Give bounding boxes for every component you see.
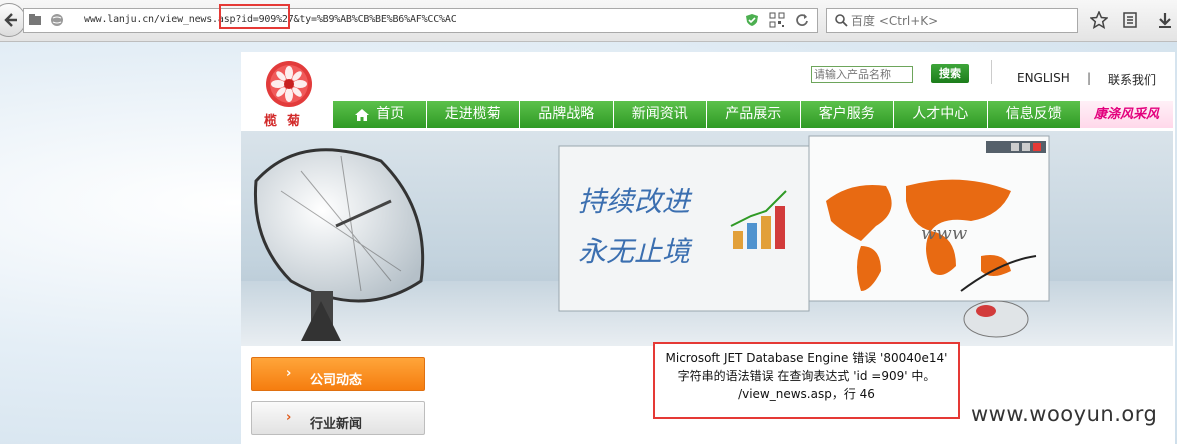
nav-item-feedback[interactable]: 信息反馈 bbox=[986, 101, 1081, 128]
industry-news-button[interactable]: › 行业新闻 bbox=[251, 401, 425, 435]
nav-item-brand[interactable]: 品牌战略 bbox=[519, 101, 613, 128]
nav-item-home[interactable]: 首页 bbox=[333, 101, 426, 128]
hero-banner: 持续改进 永无止境 www bbox=[241, 131, 1173, 346]
chrysanthemum-logo-icon[interactable] bbox=[263, 60, 315, 108]
shield-icon[interactable] bbox=[745, 13, 759, 27]
contact-us-link[interactable]: 联系我们 bbox=[1108, 71, 1156, 88]
globe-icon bbox=[51, 14, 63, 26]
search-button[interactable]: 搜索 bbox=[931, 64, 969, 83]
bookmark-star-icon[interactable] bbox=[1090, 11, 1108, 29]
error-line-2: 字符串的语法错误 在查询表达式 'id =909' 中。 bbox=[677, 369, 936, 383]
nav-item-about[interactable]: 走进榄菊 bbox=[425, 101, 520, 128]
url-bar[interactable]: www.lanju.cn/view_news.asp?id=909%27&ty=… bbox=[23, 8, 818, 33]
browser-search-input[interactable] bbox=[851, 12, 1071, 29]
search-icon bbox=[835, 14, 848, 27]
english-link[interactable]: ENGLISH bbox=[1017, 71, 1070, 85]
nav-item-service[interactable]: 客户服务 bbox=[799, 101, 894, 128]
banner-illustration: 持续改进 永无止境 www bbox=[241, 135, 1173, 346]
chevron-right-icon: › bbox=[286, 410, 292, 425]
company-news-label: 公司动态 bbox=[310, 373, 363, 388]
search-bar[interactable] bbox=[826, 8, 1078, 33]
nav-slogan-banner[interactable]: 康涤风采风 bbox=[1080, 101, 1173, 128]
product-search-input[interactable] bbox=[811, 66, 913, 83]
back-arrow-icon bbox=[4, 13, 17, 27]
logo-text: 榄菊 bbox=[264, 114, 311, 129]
page-icon bbox=[29, 14, 41, 25]
nav-item-products[interactable]: 产品展示 bbox=[706, 101, 800, 128]
download-icon[interactable] bbox=[1156, 11, 1174, 29]
banner-slogan-1: 持续改进 bbox=[578, 185, 693, 218]
url-highlight-box bbox=[219, 4, 290, 29]
banner-www-text: www bbox=[921, 223, 968, 244]
chevron-right-icon: › bbox=[286, 366, 292, 381]
browser-toolbar: www.lanju.cn/view_news.asp?id=909%27&ty=… bbox=[0, 0, 1177, 42]
reload-icon[interactable] bbox=[795, 13, 809, 27]
banner-slogan-2: 永无止境 bbox=[578, 235, 693, 268]
watermark: www.wooyun.org bbox=[971, 402, 1158, 426]
error-line-3: /view_news.asp，行 46 bbox=[738, 387, 875, 401]
home-icon bbox=[355, 108, 370, 121]
company-news-button[interactable]: › 公司动态 bbox=[251, 357, 425, 391]
main-nav: 首页 走进榄菊 品牌战略 新闻资讯 产品展示 客户服务 人才中心 信息反馈 bbox=[333, 101, 1080, 128]
qr-code-icon[interactable] bbox=[769, 12, 785, 28]
industry-news-label: 行业新闻 bbox=[310, 417, 363, 432]
divider bbox=[991, 60, 992, 84]
link-separator: | bbox=[1087, 71, 1092, 85]
bookmarks-list-icon[interactable] bbox=[1121, 11, 1139, 29]
nav-item-careers[interactable]: 人才中心 bbox=[893, 101, 987, 128]
nav-label: 首页 bbox=[376, 106, 405, 122]
error-line-1: Microsoft JET Database Engine 错误 '80040e… bbox=[665, 351, 948, 365]
database-error-box: Microsoft JET Database Engine 错误 '80040e… bbox=[653, 342, 960, 419]
nav-item-news[interactable]: 新闻资讯 bbox=[612, 101, 707, 128]
